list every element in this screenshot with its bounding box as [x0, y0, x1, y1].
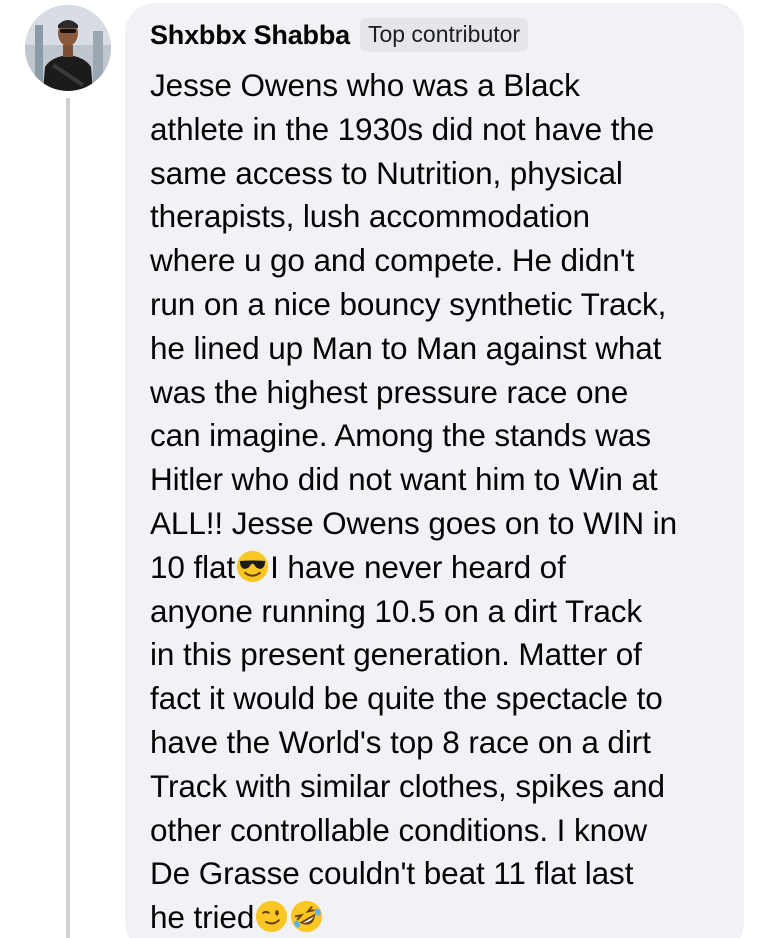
comment-line: fact it would be quite the spectacle to [150, 680, 663, 717]
comment-line: therapists, lush accommodation [150, 198, 590, 235]
comment-line: have the World's top 8 race on a dirt [150, 723, 651, 760]
comment-line: athlete in the 1930s did not have the [150, 110, 655, 147]
comment-line: he tried [150, 896, 735, 938]
comment-line: he lined up Man to Man against what [150, 329, 662, 366]
comment-line: was the highest pressure race one [150, 373, 629, 410]
comment-line: can imagine. Among the stands was [150, 417, 651, 454]
comment-line: ALL!! Jesse Owens goes on to WIN in [150, 504, 678, 541]
thread-line [66, 98, 70, 938]
comment-line: other controllable conditions. I know [150, 811, 648, 848]
comment-segment: I have never heard of [270, 548, 566, 585]
comment-line: anyone running 10.5 on a dirt Track [150, 592, 643, 629]
avatar-photo [25, 5, 111, 91]
comment-segment: he tried [150, 899, 255, 936]
comment-view: Shxbbx Shabba Top contributor Jesse Owen… [0, 0, 770, 938]
top-contributor-badge: Top contributor [359, 18, 529, 52]
comment-line: in this present generation. Matter of [150, 636, 642, 673]
comment-line: Track with similar clothes, spikes and [150, 767, 665, 804]
comment-text: Jesse Owens who was a Black athlete in t… [150, 64, 735, 938]
smiling-face-with-sunglasses-icon [236, 550, 269, 583]
rolling-on-floor-laughing-icon [290, 900, 323, 933]
comment-segment: 10 flat [150, 548, 236, 585]
comment-line: run on a nice bouncy synthetic Track, [150, 285, 667, 322]
author-name[interactable]: Shxbbx Shabba [150, 20, 350, 51]
comment-line: 10 flat I have never heard of [150, 546, 735, 590]
comment-line: De Grasse couldn't beat 11 flat last [150, 855, 634, 892]
avatar[interactable] [25, 5, 111, 91]
comment-line: Jesse Owens who was a Black [150, 67, 580, 103]
winking-face-icon [255, 900, 288, 933]
comment-line: where u go and compete. He didn't [150, 242, 635, 279]
comment-header: Shxbbx Shabba Top contributor [150, 18, 529, 52]
comment-line: same access to Nutrition, physical [150, 154, 623, 191]
comment-line: Hitler who did not want him to Win at [150, 461, 658, 498]
